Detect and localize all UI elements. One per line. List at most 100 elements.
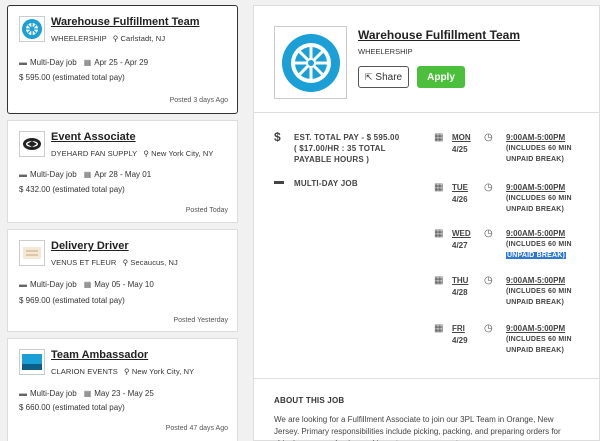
schedule-day: WED 4/27: [452, 228, 471, 252]
job-company: CLARION EVENTS ⚲ New York City, NY: [51, 367, 194, 376]
posted-time: Posted Today: [185, 207, 228, 214]
break-note: UNPAID BREAK): [506, 206, 565, 213]
clock-icon: ◷: [484, 132, 493, 143]
share-button[interactable]: ⇱ Share: [358, 66, 409, 88]
job-dates: May 05 - May 10: [94, 280, 154, 289]
job-list: Warehouse Fulfillment Team WHEELERSHIP ⚲…: [7, 5, 238, 441]
detail-job-type: MULTI-DAY JOB: [294, 179, 358, 188]
break-note: UNPAID BREAK): [506, 347, 565, 354]
day-date: 4/28: [452, 288, 468, 297]
day-date: 4/27: [452, 241, 468, 250]
break-note-selected: UNPAID BREAK): [506, 250, 572, 261]
break-note: (INCLUDES 60 MIN: [506, 336, 572, 343]
job-location: New York City, NY: [151, 149, 214, 158]
job-company: VENUS ET FLEUR ⚲ Secaucus, NJ: [51, 258, 178, 267]
location-icon: ⚲: [122, 258, 129, 267]
location-icon: ⚲: [112, 34, 119, 43]
briefcase-icon: ▬: [19, 280, 27, 289]
wheel-icon: [274, 26, 347, 99]
briefcase-icon: ▬: [19, 170, 27, 179]
clock-icon: ◷: [484, 275, 493, 286]
break-note: (INCLUDES 60 MIN: [506, 288, 572, 295]
break-note: (INCLUDES 60 MIN: [506, 241, 572, 248]
break-note: UNPAID BREAK): [506, 299, 565, 306]
schedule-day: FRI 4/29: [452, 323, 468, 347]
time-range: 9:00AM-5:00PM: [506, 133, 566, 142]
job-location: New York City, NY: [131, 367, 195, 376]
calendar-icon: ▦: [83, 280, 92, 289]
schedule-day: THU 4/28: [452, 275, 468, 299]
day-date: 4/25: [452, 145, 468, 154]
share-icon: ⇱: [364, 71, 373, 82]
pay-rate: ( $17.00/HR : 35 TOTAL PAYABLE HOURS ): [294, 144, 386, 164]
job-type: Multi-Day job: [30, 280, 77, 289]
job-card[interactable]: Delivery Driver VENUS ET FLEUR ⚲ Secaucu…: [7, 229, 238, 332]
clock-icon: ◷: [484, 323, 493, 334]
pay-total: EST. TOTAL PAY - $ 595.00: [294, 133, 400, 142]
venus-et-fleur-logo: [19, 240, 45, 266]
location-icon: ⚲: [124, 367, 130, 376]
break-note: (INCLUDES 60 MIN: [506, 145, 572, 152]
calendar-icon: ▦: [83, 170, 92, 179]
apply-button[interactable]: Apply: [417, 66, 465, 88]
job-type: Multi-Day job: [30, 58, 77, 67]
job-pay: $ 432.00 (estimated total pay): [19, 185, 125, 194]
calendar-icon: ▦: [434, 323, 444, 334]
day-name: WED: [452, 229, 471, 238]
job-card[interactable]: Warehouse Fulfillment Team WHEELERSHIP ⚲…: [7, 5, 238, 114]
job-company: DYEHARD FAN SUPPLY ⚲ New York City, NY: [51, 149, 214, 158]
company-name: DYEHARD FAN SUPPLY: [51, 149, 138, 158]
time-range: 9:00AM-5:00PM: [506, 183, 566, 192]
job-pay: $ 660.00 (estimated total pay): [19, 403, 125, 412]
schedule-time: 9:00AM-5:00PM (INCLUDES 60 MIN UNPAID BR…: [506, 132, 572, 165]
schedule-day: MON 4/25: [452, 132, 471, 156]
job-title[interactable]: Warehouse Fulfillment Team: [51, 16, 200, 28]
calendar-icon: ▦: [83, 58, 92, 67]
briefcase-icon: ▬: [19, 389, 27, 398]
clarion-logo: [19, 349, 45, 375]
job-type: Multi-Day job: [30, 170, 77, 179]
about-heading: ABOUT THIS JOB: [274, 396, 345, 405]
job-company: WHEELERSHIP ⚲ Carlstadt, NJ: [51, 34, 165, 43]
app-root: { "jobs": [ { "title": "Warehouse Fulfil…: [0, 0, 600, 441]
company-name: WHEELERSHIP: [51, 34, 107, 43]
schedule-time: 9:00AM-5:00PM (INCLUDES 60 MIN UNPAID BR…: [506, 182, 572, 215]
about-text: We are looking for a Fulfillment Associa…: [274, 415, 561, 441]
calendar-icon: ▦: [434, 132, 444, 143]
job-card[interactable]: Event Associate DYEHARD FAN SUPPLY ⚲ New…: [7, 120, 238, 223]
job-detail-panel: Warehouse Fulfillment Team WHEELERSHIP ⇱…: [253, 5, 600, 441]
job-meta: ▬ Multi-Day job ▦ May 05 - May 10: [19, 280, 154, 289]
time-range: 9:00AM-5:00PM: [506, 229, 566, 238]
dollar-icon: $: [274, 130, 281, 144]
day-name: TUE: [452, 183, 468, 192]
detail-header: Warehouse Fulfillment Team WHEELERSHIP ⇱…: [254, 6, 599, 113]
posted-time: Posted Yesterday: [173, 317, 229, 324]
job-dates: Apr 25 - Apr 29: [94, 58, 149, 67]
calendar-icon: ▦: [434, 182, 444, 193]
day-name: THU: [452, 276, 469, 285]
detail-title[interactable]: Warehouse Fulfillment Team: [358, 28, 520, 42]
job-dates: Apr 28 - May 01: [94, 170, 152, 179]
location-icon: ⚲: [143, 149, 149, 158]
job-title[interactable]: Event Associate: [51, 131, 136, 143]
job-meta: ▬ Multi-Day job ▦ Apr 25 - Apr 29: [19, 58, 148, 67]
day-date: 4/29: [452, 336, 468, 345]
posted-time: Posted 47 days Ago: [165, 425, 228, 432]
share-label: Share: [375, 71, 403, 83]
schedule-time: 9:00AM-5:00PM (INCLUDES 60 MIN UNPAID BR…: [506, 275, 572, 308]
job-location: Secaucus, NJ: [130, 258, 178, 267]
schedule-time: 9:00AM-5:00PM (INCLUDES 60 MIN UNPAID BR…: [506, 228, 572, 261]
job-card[interactable]: Team Ambassador CLARION EVENTS ⚲ New Yor…: [7, 338, 238, 441]
job-title[interactable]: Team Ambassador: [51, 349, 148, 361]
break-note: (INCLUDES 60 MIN: [506, 195, 572, 202]
job-title[interactable]: Delivery Driver: [51, 240, 129, 252]
dyehard-logo: [19, 131, 45, 157]
clock-icon: ◷: [484, 228, 493, 239]
job-dates: May 23 - May 25: [94, 389, 154, 398]
pay-summary: EST. TOTAL PAY - $ 595.00 ( $17.00/HR : …: [294, 132, 424, 165]
detail-company: WHEELERSHIP: [358, 47, 413, 56]
time-range: 9:00AM-5:00PM: [506, 324, 566, 333]
job-pay: $ 595.00 (estimated total pay): [19, 73, 125, 82]
job-pay: $ 969.00 (estimated total pay): [19, 296, 125, 305]
job-meta: ▬ Multi-Day job ▦ Apr 28 - May 01: [19, 170, 151, 179]
